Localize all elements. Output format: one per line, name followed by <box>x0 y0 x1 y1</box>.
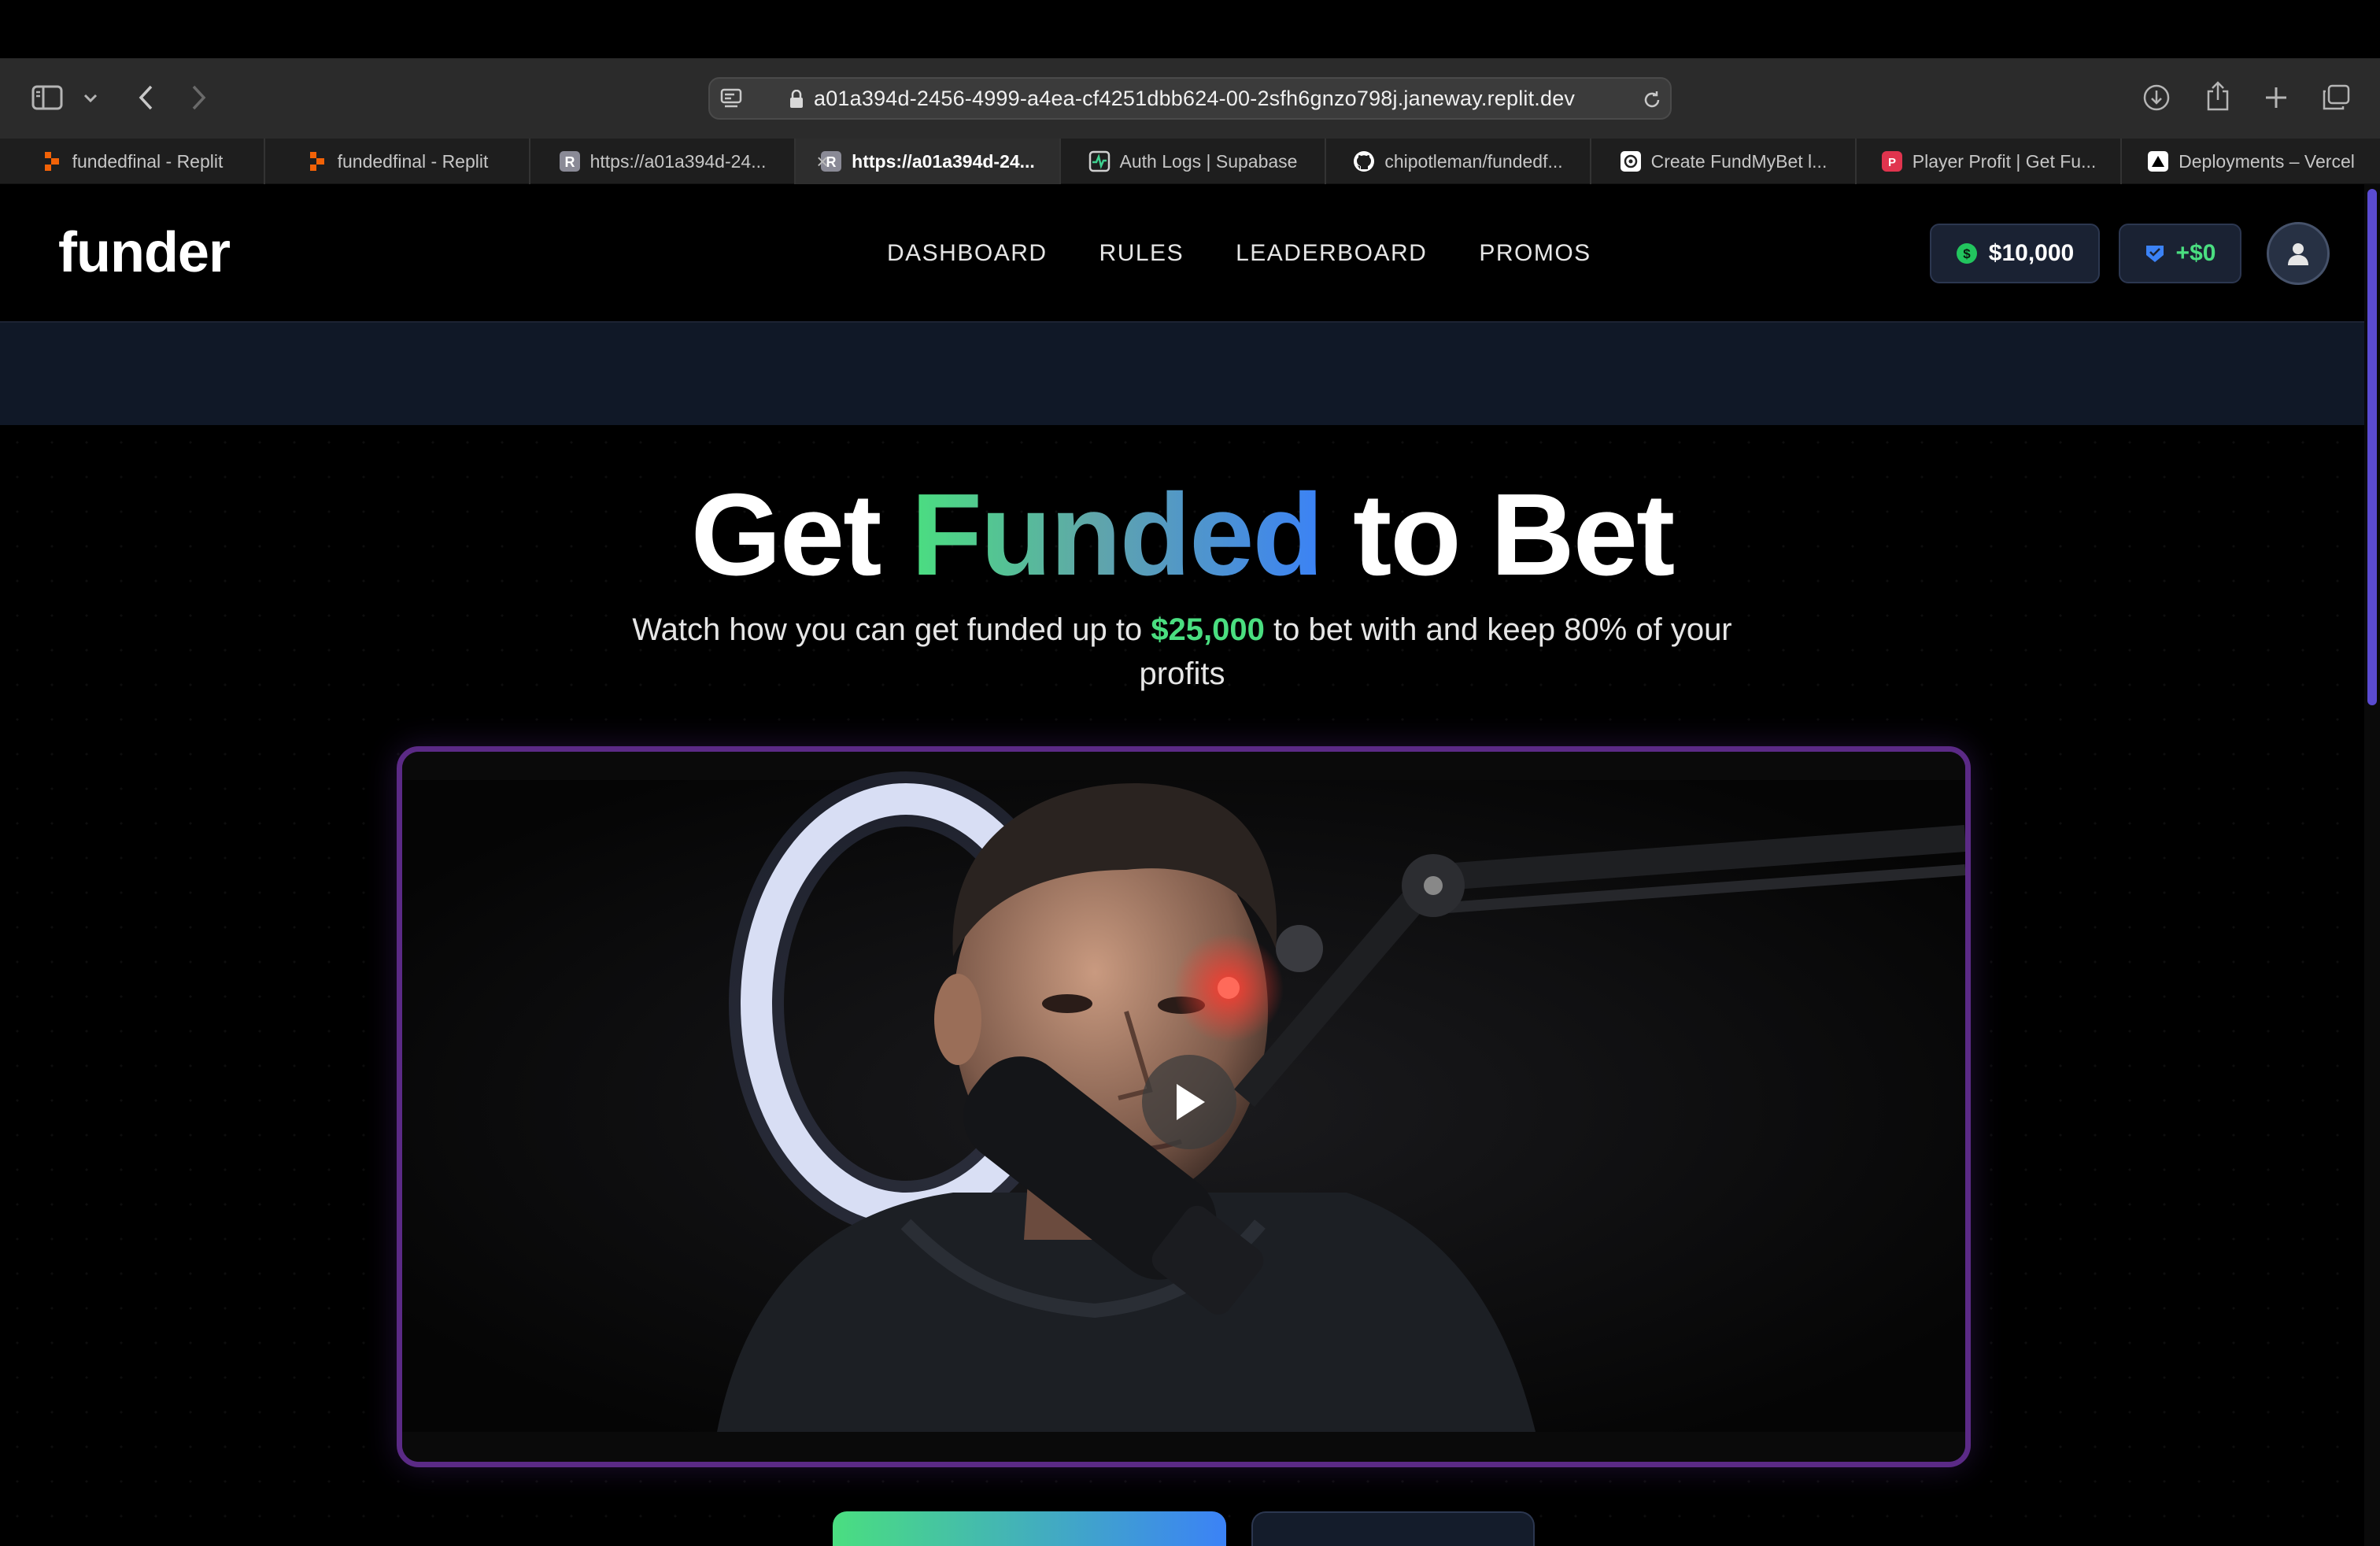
address-bar[interactable]: a01a394d-2456-4999-a4ea-cf4251dbb624-00-… <box>708 77 1672 120</box>
supabase-icon <box>1088 150 1111 172</box>
tab-label: fundedfinal - Replit <box>337 150 489 172</box>
title-part-1: Get <box>690 470 882 600</box>
reader-icon[interactable] <box>718 87 745 110</box>
replit-icon <box>306 150 328 172</box>
svg-text:P: P <box>1888 156 1896 169</box>
video-player[interactable] <box>397 746 1971 1467</box>
tab-label: fundedfinal - Replit <box>72 150 224 172</box>
tab-preview-1[interactable]: R https://a01a394d-24... <box>530 139 796 184</box>
tab-label: https://a01a394d-24... <box>589 150 767 172</box>
nav-promos[interactable]: PROMOS <box>1479 240 1591 267</box>
tab-supabase[interactable]: Auth Logs | Supabase <box>1061 139 1326 184</box>
tab-openai[interactable]: Create FundMyBet l... <box>1591 139 1857 184</box>
url-text: a01a394d-2456-4999-a4ea-cf4251dbb624-00-… <box>814 87 1576 110</box>
app-header: funder DASHBOARD RULES LEADERBOARD PROMO… <box>0 184 2364 323</box>
forward-icon[interactable] <box>186 82 213 113</box>
tab-label: https://a01a394d-24... <box>852 150 1035 172</box>
title-highlight: Funded <box>911 470 1324 600</box>
hero-section: Get Funded to Bet Watch how you can get … <box>0 425 2364 1546</box>
tab-bar: fundedfinal - Replit fundedfinal - Repli… <box>0 139 2380 184</box>
tab-preview-active[interactable]: × R https://a01a394d-24... <box>796 139 1061 184</box>
play-icon <box>1177 1084 1205 1120</box>
tab-vercel[interactable]: Deployments – Vercel <box>2122 139 2380 184</box>
share-icon[interactable] <box>2202 79 2234 113</box>
replit-icon <box>41 150 63 172</box>
back-icon[interactable] <box>132 82 159 113</box>
system-menu-bar <box>0 0 2380 58</box>
logo[interactable]: funder <box>58 220 231 285</box>
lock-icon <box>787 88 806 110</box>
new-tab-icon[interactable] <box>2260 82 2292 113</box>
subtitle-amount: $25,000 <box>1151 612 1265 647</box>
hero-subtitle: Watch how you can get funded up to $25,0… <box>622 608 1743 696</box>
nav-rules[interactable]: RULES <box>1099 240 1184 267</box>
profit-value: +$0 <box>2175 240 2216 266</box>
reload-icon[interactable] <box>1640 88 1664 112</box>
user-icon <box>2288 243 2308 265</box>
scrollbar-thumb[interactable] <box>2367 189 2377 705</box>
player-profit-icon: P <box>1881 150 1903 172</box>
r-icon: R <box>559 150 581 172</box>
sidebar-toggle-icon[interactable] <box>30 82 65 113</box>
secondary-cta-button[interactable] <box>1251 1511 1535 1546</box>
nav-dashboard[interactable]: DASHBOARD <box>887 240 1048 267</box>
nav-leaderboard[interactable]: LEADERBOARD <box>1236 240 1427 267</box>
avatar[interactable] <box>2267 222 2330 285</box>
main-nav: DASHBOARD RULES LEADERBOARD PROMOS <box>887 184 1591 323</box>
tab-github[interactable]: chipotleman/fundedf... <box>1326 139 1591 184</box>
ticket-icon <box>2145 243 2165 264</box>
tab-label: Auth Logs | Supabase <box>1119 150 1298 172</box>
tab-overview-icon[interactable] <box>2320 82 2352 113</box>
openai-icon <box>1620 150 1642 172</box>
chevron-down-icon[interactable] <box>80 88 101 109</box>
tab-player-profit[interactable]: P Player Profit | Get Fu... <box>1857 139 2122 184</box>
profit-pill[interactable]: +$0 <box>2119 224 2241 283</box>
tab-fundedfinal-replit-2[interactable]: fundedfinal - Replit <box>265 139 530 184</box>
tab-label: Deployments – Vercel <box>2179 150 2355 172</box>
hero-title: Get Funded to Bet <box>0 472 2364 598</box>
svg-text:R: R <box>564 154 575 170</box>
svg-text:$: $ <box>1963 246 1971 261</box>
close-icon[interactable]: × <box>811 150 833 172</box>
tab-label: Create FundMyBet l... <box>1650 150 1828 172</box>
subtitle-pre: Watch how you can get funded up to <box>632 612 1143 647</box>
tab-fundedfinal-replit-1[interactable]: fundedfinal - Replit <box>0 139 265 184</box>
balance-value: $10,000 <box>1988 240 2075 266</box>
vercel-icon <box>2147 150 2169 172</box>
get-funded-button[interactable] <box>833 1511 1226 1546</box>
downloads-icon[interactable] <box>2141 82 2172 113</box>
tab-label: chipotleman/fundedf... <box>1384 150 1563 172</box>
github-icon <box>1353 150 1375 172</box>
announcement-banner <box>0 323 2364 425</box>
dollar-icon: $ <box>1956 242 1978 264</box>
balance-pill[interactable]: $ $10,000 <box>1930 224 2100 283</box>
title-part-2: to Bet <box>1353 470 1675 600</box>
play-button[interactable] <box>1142 1055 1236 1149</box>
tab-label: Player Profit | Get Fu... <box>1912 150 2097 172</box>
